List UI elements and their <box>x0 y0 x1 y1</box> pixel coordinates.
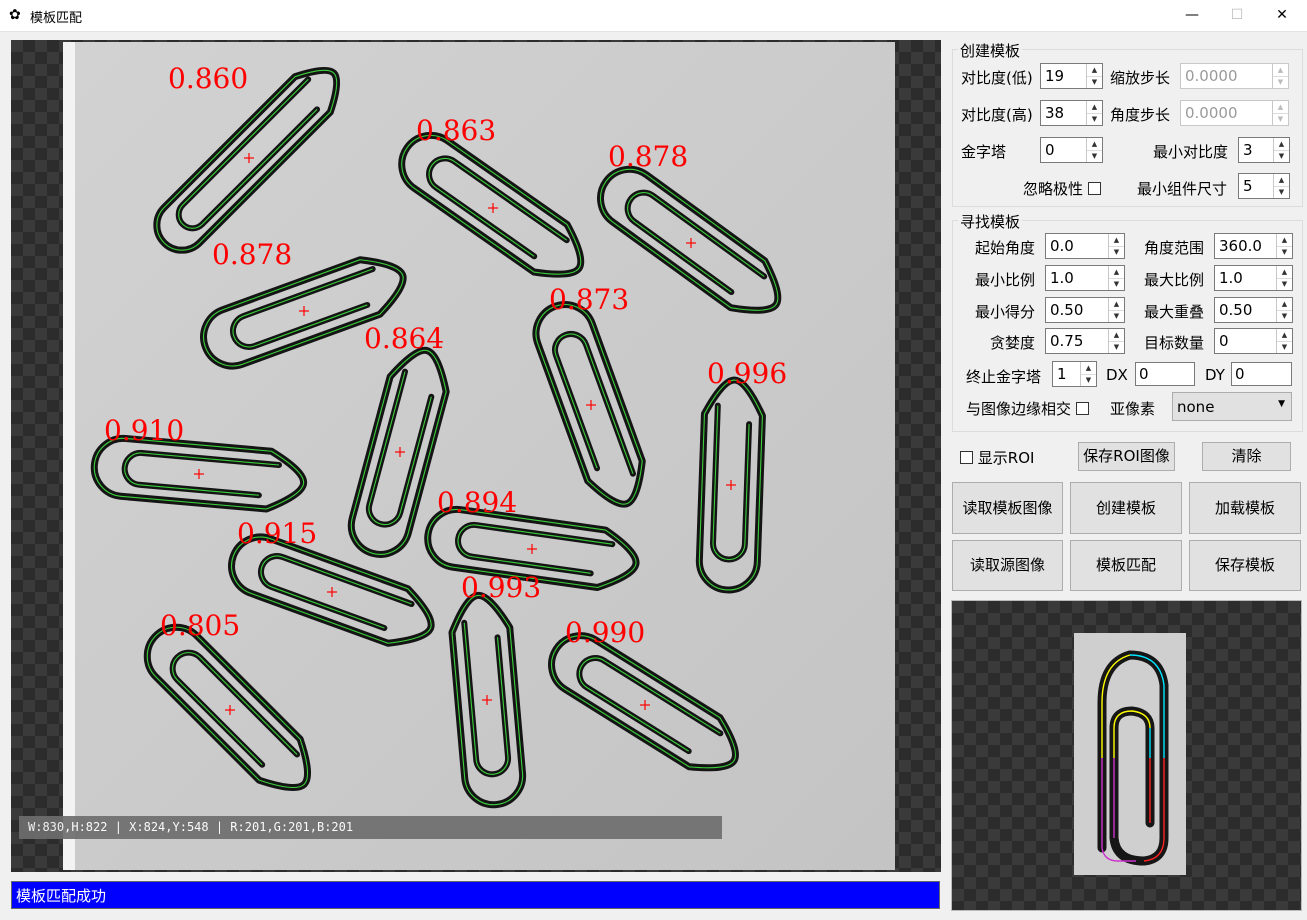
read-source-image-button[interactable]: 读取源图像 <box>952 540 1063 591</box>
load-template-button[interactable]: 加载模板 <box>1189 482 1301 534</box>
scale-step-spinbox[interactable]: 0.0000 ▲ ▼ <box>1180 63 1289 89</box>
num-matches-label: 目标数量 <box>1144 334 1205 352</box>
template-image <box>1074 633 1186 875</box>
end-pyramid-label: 终止金字塔 <box>966 368 1042 386</box>
match-score-label: 0.996 <box>707 357 787 390</box>
num-matches-spinbox[interactable]: 0 ▲ ▼ <box>1214 328 1293 354</box>
angle-start-spinbox[interactable]: 0.0 ▲ ▼ <box>1045 233 1125 259</box>
checkbox-icon[interactable] <box>1075 402 1089 415</box>
save-template-button[interactable]: 保存模板 <box>1189 540 1301 591</box>
match-score-label: 0.910 <box>104 414 184 447</box>
spin-down-icon[interactable]: ▼ <box>1109 310 1124 322</box>
end-pyramid-spinbox[interactable]: 1 ▲ ▼ <box>1052 361 1097 387</box>
greediness-spinbox[interactable]: 0.75 ▲ ▼ <box>1045 328 1125 354</box>
pyramid-label: 金字塔 <box>961 143 1007 161</box>
match-score-label: 0.993 <box>461 571 541 604</box>
match-score-label: 0.878 <box>212 238 292 271</box>
status-message: 模板匹配成功 <box>11 881 940 909</box>
min-component-spinbox[interactable]: 5 ▲ ▼ <box>1238 173 1290 199</box>
min-contrast-spinbox[interactable]: 3 ▲ ▼ <box>1238 137 1290 163</box>
pyramid-spinbox[interactable]: 0 ▲ ▼ <box>1040 137 1103 163</box>
title-bar: ✿ 模板匹配 — ☐ ✕ <box>0 0 1307 32</box>
spin-down-icon[interactable]: ▼ <box>1274 150 1289 162</box>
scale-max-spinbox[interactable]: 1.0 ▲ ▼ <box>1214 265 1293 291</box>
contrast-low-label: 对比度(低) <box>961 69 1033 87</box>
ignore-polarity-checkbox[interactable]: 忽略极性 <box>1023 178 1101 199</box>
dx-label: DX <box>1106 366 1128 384</box>
spin-down-icon[interactable]: ▼ <box>1087 150 1102 162</box>
spin-down-icon[interactable]: ▼ <box>1087 113 1102 125</box>
spin-down-icon[interactable]: ▼ <box>1277 341 1292 353</box>
create-template-title: 创建模板 <box>958 40 1023 61</box>
window-title: 模板匹配 <box>30 11 83 26</box>
dy-label: DY <box>1205 366 1225 384</box>
template-preview[interactable] <box>951 600 1302 911</box>
checkbox-icon[interactable] <box>960 451 973 464</box>
spin-down-icon[interactable]: ▼ <box>1273 76 1288 88</box>
min-component-label: 最小组件尺寸 <box>1137 180 1228 198</box>
close-button[interactable]: ✕ <box>1259 0 1305 31</box>
chevron-down-icon: ▼ <box>1278 399 1285 409</box>
spin-down-icon[interactable]: ▼ <box>1087 76 1102 88</box>
angle-range-label: 角度范围 <box>1144 239 1205 257</box>
angle-step-spinbox[interactable]: 0.0000 ▲ ▼ <box>1180 100 1289 126</box>
spin-down-icon[interactable]: ▼ <box>1273 113 1288 125</box>
angle-start-label: 起始角度 <box>975 239 1036 257</box>
dy-input[interactable]: 0 <box>1231 362 1292 386</box>
spin-down-icon[interactable]: ▼ <box>1277 310 1292 322</box>
match-score-label: 0.878 <box>608 140 688 173</box>
spin-down-icon[interactable]: ▼ <box>1081 374 1096 386</box>
match-template-button[interactable]: 模板匹配 <box>1070 540 1182 591</box>
spin-down-icon[interactable]: ▼ <box>1277 278 1292 290</box>
scale-max-label: 最大比例 <box>1144 271 1205 289</box>
subpixel-dropdown[interactable]: none ▼ <box>1172 392 1292 421</box>
gear-icon: ✿ <box>9 7 21 23</box>
dx-input[interactable]: 0 <box>1135 362 1195 386</box>
spin-down-icon[interactable]: ▼ <box>1109 278 1124 290</box>
spin-down-icon[interactable]: ▼ <box>1109 246 1124 258</box>
match-score-label: 0.805 <box>160 609 240 642</box>
save-roi-button[interactable]: 保存ROI图像 <box>1078 442 1175 471</box>
border-intersect-checkbox[interactable]: 与图像边缘相交 <box>966 398 1089 419</box>
greediness-label: 贪婪度 <box>990 334 1036 352</box>
spin-down-icon[interactable]: ▼ <box>1274 186 1289 198</box>
match-score-label: 0.915 <box>237 517 317 550</box>
min-score-label: 最小得分 <box>975 303 1036 321</box>
min-contrast-label: 最小对比度 <box>1153 143 1229 161</box>
clear-button[interactable]: 清除 <box>1202 442 1291 471</box>
scale-min-spinbox[interactable]: 1.0 ▲ ▼ <box>1045 265 1125 291</box>
match-score-label: 0.863 <box>416 114 496 147</box>
show-roi-checkbox[interactable]: 显示ROI <box>960 447 1034 468</box>
create-template-button[interactable]: 创建模板 <box>1070 482 1182 534</box>
angle-step-label: 角度步长 <box>1110 106 1171 124</box>
read-template-image-button[interactable]: 读取模板图像 <box>952 482 1063 534</box>
contrast-low-spinbox[interactable]: 19 ▲ ▼ <box>1040 63 1103 89</box>
scale-min-label: 最小比例 <box>975 271 1036 289</box>
pixel-info-bar: W:830,H:822 | X:824,Y:548 | R:201,G:201,… <box>19 816 722 839</box>
checkbox-icon[interactable] <box>1087 182 1101 195</box>
match-score-label: 0.864 <box>364 322 444 355</box>
match-score-label: 0.873 <box>549 283 629 316</box>
maximize-button[interactable]: ☐ <box>1214 0 1260 31</box>
spin-down-icon[interactable]: ▼ <box>1109 341 1124 353</box>
max-overlap-spinbox[interactable]: 0.50 ▲ ▼ <box>1214 297 1293 323</box>
min-score-spinbox[interactable]: 0.50 ▲ ▼ <box>1045 297 1125 323</box>
find-template-title: 寻找模板 <box>958 211 1023 232</box>
contrast-high-label: 对比度(高) <box>961 106 1033 124</box>
match-score-label: 0.894 <box>437 486 517 519</box>
minimize-button[interactable]: — <box>1169 0 1215 31</box>
spin-down-icon[interactable]: ▼ <box>1277 246 1292 258</box>
image-viewer[interactable]: 0.860 0.863 0.878 0.878 0.873 0.864 0.996 0.910… <box>11 40 941 872</box>
subpixel-label: 亚像素 <box>1110 400 1156 418</box>
max-overlap-label: 最大重叠 <box>1144 303 1205 321</box>
match-score-label: 0.990 <box>565 616 645 649</box>
source-image: 0.860 0.863 0.878 0.878 0.873 0.864 0.996 0.910… <box>63 42 895 870</box>
match-score-label: 0.860 <box>168 62 248 95</box>
scale-step-label: 缩放步长 <box>1110 69 1171 87</box>
angle-range-spinbox[interactable]: 360.0 ▲ ▼ <box>1214 233 1293 259</box>
contrast-high-spinbox[interactable]: 38 ▲ ▼ <box>1040 100 1103 126</box>
